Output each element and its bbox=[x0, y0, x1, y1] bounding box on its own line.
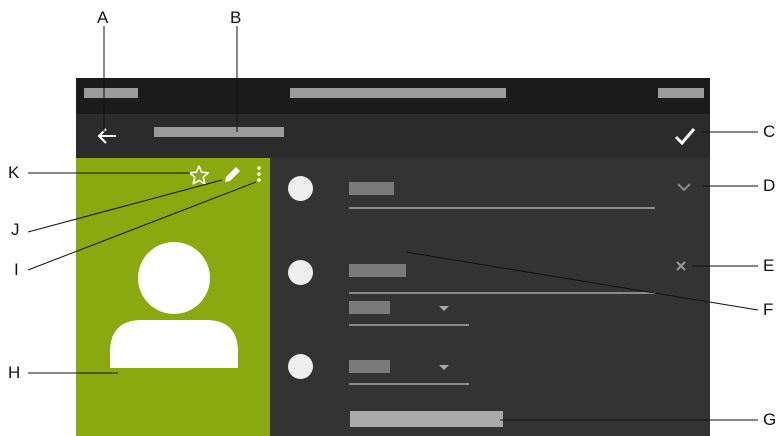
caret-down-icon[interactable] bbox=[439, 365, 449, 370]
callout-label-a: A bbox=[97, 8, 109, 27]
callout-label-f: F bbox=[763, 300, 774, 319]
callout-label-e: E bbox=[763, 256, 775, 275]
toolbar bbox=[76, 114, 710, 158]
field-value-placeholder[interactable] bbox=[349, 264, 406, 277]
dropdown-value-placeholder[interactable] bbox=[349, 301, 390, 314]
toolbar-title-placeholder bbox=[154, 127, 284, 137]
callout-label-k: K bbox=[8, 163, 20, 182]
dropdown-underline bbox=[349, 324, 469, 326]
callout-label-h: H bbox=[8, 363, 21, 382]
contact-card bbox=[76, 158, 270, 436]
chevron-down-icon[interactable] bbox=[676, 179, 692, 195]
status-bar bbox=[76, 78, 710, 114]
more-vertical-icon[interactable] bbox=[255, 165, 263, 185]
dropdown-value-placeholder[interactable] bbox=[349, 360, 390, 373]
field-type-icon bbox=[288, 260, 313, 285]
callout-label-d: D bbox=[763, 176, 776, 195]
field-type-icon bbox=[288, 176, 313, 201]
field-underline bbox=[349, 292, 655, 294]
dropdown-underline bbox=[349, 383, 469, 385]
person-icon bbox=[110, 240, 238, 368]
status-right-placeholder bbox=[658, 88, 704, 98]
form-panel bbox=[270, 158, 710, 436]
back-arrow-icon[interactable] bbox=[96, 125, 118, 147]
callout-label-j: J bbox=[11, 220, 20, 239]
callout-label-g: G bbox=[763, 410, 777, 429]
pencil-icon[interactable] bbox=[222, 165, 242, 185]
field-value-placeholder[interactable] bbox=[349, 182, 394, 195]
callout-label-b: B bbox=[230, 8, 242, 27]
close-icon[interactable] bbox=[674, 259, 688, 273]
callout-label-c: C bbox=[763, 122, 776, 141]
callout-label-i: I bbox=[14, 260, 19, 279]
field-type-icon bbox=[288, 354, 313, 379]
status-left-placeholder bbox=[84, 88, 138, 98]
add-field-button[interactable] bbox=[350, 411, 503, 427]
status-center-placeholder bbox=[290, 88, 506, 98]
caret-down-icon[interactable] bbox=[439, 306, 449, 311]
field-underline bbox=[349, 207, 655, 209]
checkmark-icon[interactable] bbox=[673, 124, 697, 148]
device-screen bbox=[76, 78, 710, 436]
star-outline-icon[interactable] bbox=[188, 164, 210, 186]
